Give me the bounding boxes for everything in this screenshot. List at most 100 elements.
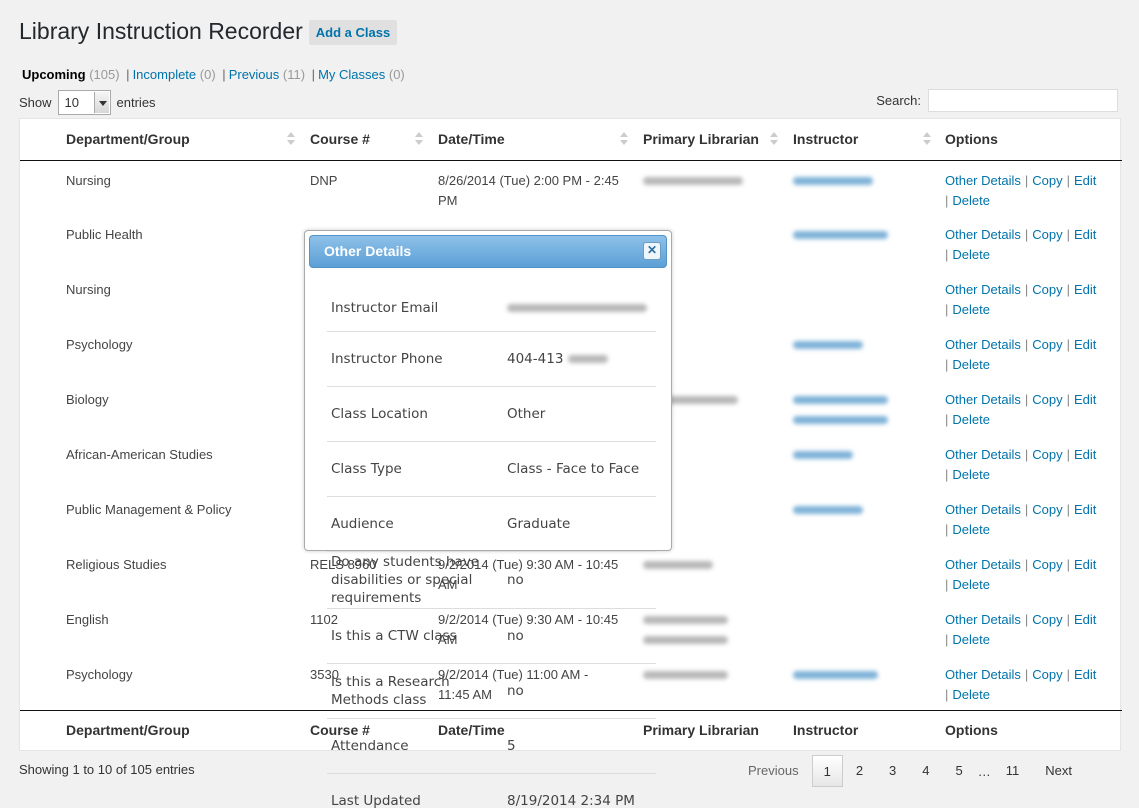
redacted-text: [567, 354, 608, 363]
detail-value: no: [503, 608, 656, 664]
column-header-course[interactable]: Course #: [310, 119, 438, 161]
instructor-cell: [793, 490, 945, 545]
other-details-link[interactable]: Other Details: [945, 337, 1021, 352]
detail-row: Do any students have disabilities or spe…: [327, 551, 656, 609]
edit-link[interactable]: Edit: [1074, 557, 1096, 572]
detail-value: Class - Face to Face: [503, 441, 656, 497]
search-area: Search:: [876, 89, 1118, 112]
next-button[interactable]: Next: [1032, 755, 1085, 787]
filter-previous[interactable]: Previous: [229, 67, 280, 82]
copy-link[interactable]: Copy: [1032, 392, 1062, 407]
delete-link[interactable]: Delete: [952, 687, 990, 702]
column-header-instructor[interactable]: Instructor: [793, 119, 945, 161]
delete-link[interactable]: Delete: [952, 193, 990, 208]
detail-label: Instructor Email: [327, 276, 503, 332]
delete-link[interactable]: Delete: [952, 357, 990, 372]
librarian-cell: [643, 600, 793, 655]
edit-link[interactable]: Edit: [1074, 227, 1096, 242]
previous-button[interactable]: Previous: [735, 755, 812, 787]
page-button-last[interactable]: 11: [993, 755, 1033, 787]
detail-label: Is this a Research Methods class: [327, 663, 503, 719]
search-input[interactable]: [928, 89, 1118, 112]
pagination: Previous 1 2 3 4 5 … 11 Next: [735, 755, 1085, 787]
edit-link[interactable]: Edit: [1074, 502, 1096, 517]
close-icon[interactable]: ✕: [643, 242, 661, 260]
redacted-text: [507, 303, 647, 312]
delete-link[interactable]: Delete: [952, 522, 990, 537]
options-cell: Other Details | Copy | Edit | Delete: [945, 502, 1097, 537]
copy-link[interactable]: Copy: [1032, 282, 1062, 297]
sort-icon: [415, 132, 423, 146]
delete-link[interactable]: Delete: [952, 247, 990, 262]
other-details-link[interactable]: Other Details: [945, 612, 1021, 627]
entries-select[interactable]: 10: [57, 90, 111, 115]
edit-link[interactable]: Edit: [1074, 612, 1096, 627]
options-cell: Other Details | Copy | Edit | Delete: [945, 392, 1097, 427]
redacted-text: [793, 341, 863, 349]
dialog-title: Other Details: [324, 243, 412, 259]
copy-link[interactable]: Copy: [1032, 447, 1062, 462]
separator: |: [311, 67, 316, 82]
filter-incomplete[interactable]: Incomplete: [133, 67, 197, 82]
page-button[interactable]: 4: [909, 755, 942, 787]
detail-label: Audience: [327, 496, 503, 552]
delete-link[interactable]: Delete: [952, 467, 990, 482]
edit-link[interactable]: Edit: [1074, 447, 1096, 462]
filter-links: Upcoming (105) | Incomplete (0) | Previous…: [22, 67, 405, 82]
delete-link[interactable]: Delete: [952, 302, 990, 317]
pagination-ellipsis: …: [977, 763, 991, 779]
redacted-text: [793, 416, 888, 424]
chevron-down-icon[interactable]: [93, 92, 109, 113]
instructor-cell: [793, 655, 945, 710]
delete-link[interactable]: Delete: [952, 412, 990, 427]
copy-link[interactable]: Copy: [1032, 557, 1062, 572]
entries-select-value: 10: [64, 95, 79, 110]
delete-link[interactable]: Delete: [952, 632, 990, 647]
page-button-current[interactable]: 1: [811, 755, 843, 787]
copy-link[interactable]: Copy: [1032, 667, 1062, 682]
column-header-department[interactable]: Department/Group: [66, 119, 310, 161]
copy-link[interactable]: Copy: [1032, 227, 1062, 242]
detail-value: no: [503, 663, 656, 719]
detail-label: Attendance: [327, 718, 503, 774]
edit-link[interactable]: Edit: [1074, 392, 1096, 407]
copy-link[interactable]: Copy: [1032, 502, 1062, 517]
librarian-cell: [643, 545, 793, 600]
edit-link[interactable]: Edit: [1074, 173, 1096, 188]
edit-link[interactable]: Edit: [1074, 667, 1096, 682]
filter-my-classes[interactable]: My Classes: [318, 67, 385, 82]
page-header: Library Instruction Recorder Add a Class: [19, 18, 398, 45]
filter-upcoming[interactable]: Upcoming: [22, 67, 86, 82]
copy-link[interactable]: Copy: [1032, 612, 1062, 627]
page-button[interactable]: 3: [876, 755, 909, 787]
show-label: Show: [19, 95, 52, 110]
entries-length: Show 10 entries: [19, 90, 156, 115]
other-details-link[interactable]: Other Details: [945, 447, 1021, 462]
column-header-librarian[interactable]: Primary Librarian: [643, 119, 793, 161]
detail-row: Audience Graduate: [327, 496, 656, 552]
department-cell: Nursing: [66, 282, 111, 297]
add-class-button[interactable]: Add a Class: [308, 20, 398, 45]
other-details-link[interactable]: Other Details: [945, 502, 1021, 517]
column-header-date[interactable]: Date/Time: [438, 119, 643, 161]
page-button[interactable]: 5: [943, 755, 976, 787]
detail-label: Class Location: [327, 386, 503, 442]
dialog-title-bar[interactable]: Other Details ✕: [309, 235, 667, 268]
date-line-1: 8/26/2014 (Tue) 2:00 PM - 2:45: [438, 172, 619, 188]
other-details-link[interactable]: Other Details: [945, 392, 1021, 407]
other-details-link[interactable]: Other Details: [945, 667, 1021, 682]
copy-link[interactable]: Copy: [1032, 173, 1062, 188]
copy-link[interactable]: Copy: [1032, 337, 1062, 352]
other-details-link[interactable]: Other Details: [945, 557, 1021, 572]
footer-librarian: Primary Librarian: [643, 709, 793, 750]
other-details-link[interactable]: Other Details: [945, 282, 1021, 297]
department-cell: Psychology: [66, 667, 133, 682]
delete-link[interactable]: Delete: [952, 577, 990, 592]
page-button[interactable]: 2: [843, 755, 876, 787]
entries-label: entries: [116, 95, 156, 110]
edit-link[interactable]: Edit: [1074, 337, 1096, 352]
sort-icon: [620, 132, 628, 146]
other-details-link[interactable]: Other Details: [945, 173, 1021, 188]
edit-link[interactable]: Edit: [1074, 282, 1096, 297]
other-details-link[interactable]: Other Details: [945, 227, 1021, 242]
